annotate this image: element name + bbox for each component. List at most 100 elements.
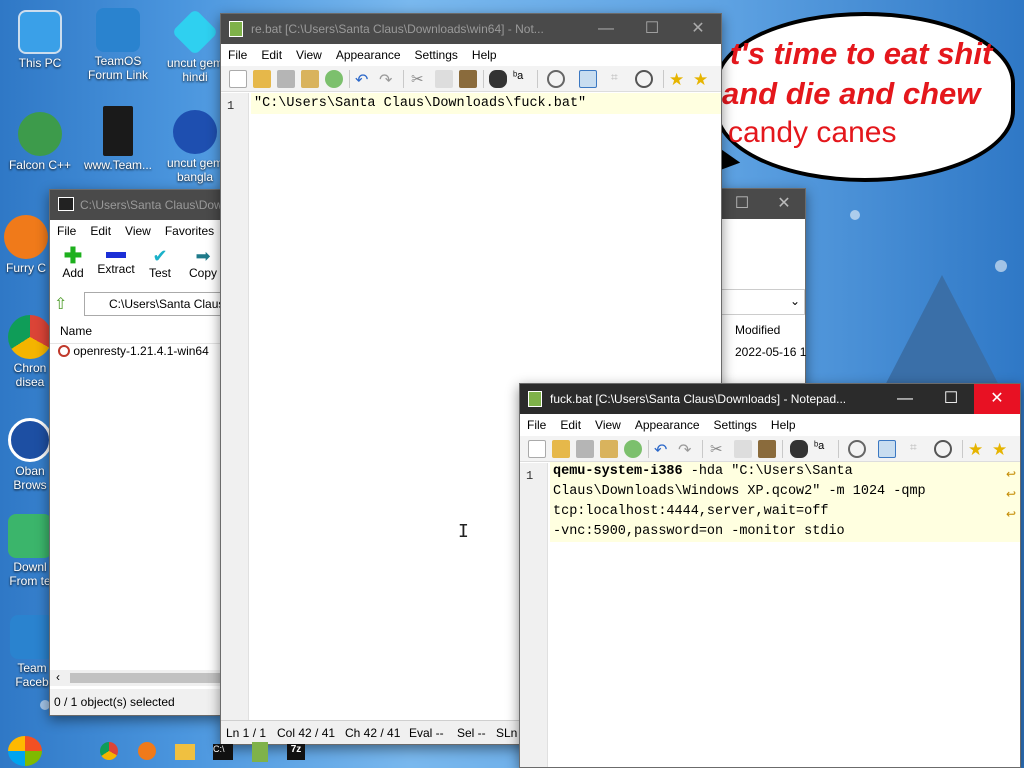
zoom-out-icon[interactable] [934,440,952,458]
background-window[interactable]: ☐ ✕ ⌄ Modified 2022-05-16 1 [718,188,806,388]
favorite-star-icon[interactable]: ★ [968,440,986,459]
save-icon[interactable] [576,440,594,458]
find-icon[interactable] [790,440,808,458]
maximize-button[interactable]: ☐ [719,189,765,219]
reload-icon[interactable] [325,70,343,88]
line-number: 1 [526,469,534,483]
desktop-icon-teamos-forum[interactable]: TeamOS Forum Link [78,8,158,82]
add-favorite-icon[interactable]: ★ [693,70,711,89]
menu-edit[interactable]: Edit [254,44,289,62]
desktop-icon-this-pc[interactable]: This PC [0,10,80,70]
maximize-button[interactable]: ☐ [629,14,675,44]
view-icon[interactable]: ⌗ [910,440,928,458]
code-block[interactable]: qemu-system-i386 -hda "C:\Users\Santa Cl… [550,462,1020,542]
chevron-down-icon: ⌄ [789,294,800,308]
plus-icon: ✚ [63,243,83,268]
copy-icon[interactable] [435,70,453,88]
menu-edit[interactable]: Edit [83,220,118,238]
chevron-left-icon[interactable]: ‹ [56,670,60,684]
zoom-icon[interactable] [848,440,866,458]
paste-icon[interactable] [459,70,477,88]
scrollbar-thumb[interactable] [70,673,223,683]
copy-icon[interactable] [734,440,752,458]
reload-icon[interactable] [624,440,642,458]
close-button[interactable]: ✕ [675,14,721,44]
close-button[interactable]: ✕ [974,384,1020,414]
7zip-window[interactable]: C:\Users\Santa Claus\Dow File Edit View Fav… [49,189,224,716]
replace-icon[interactable]: ᵇa [814,440,832,458]
menu-file[interactable]: File [221,44,254,62]
horizontal-scrollbar[interactable]: ‹ [50,670,223,686]
open-folder-icon[interactable] [552,440,570,458]
column-name[interactable]: Name [50,320,223,344]
add-button[interactable]: ✚ Add [58,243,88,281]
find-icon[interactable] [489,70,507,88]
paste-icon[interactable] [758,440,776,458]
menu-settings[interactable]: Settings [707,414,764,432]
cut-icon[interactable]: ✂ [411,70,429,88]
gear-icon [96,8,140,52]
menu-file[interactable]: File [50,220,83,238]
zoom-out-icon[interactable] [635,70,653,88]
notepad-back-titlebar[interactable]: re.bat [C:\Users\Santa Claus\Downloads\w… [221,14,721,44]
undo-icon[interactable]: ↶ [654,440,672,459]
start-icon[interactable] [8,736,42,766]
chrome-icon[interactable] [100,742,118,760]
code-line[interactable]: "C:\Users\Santa Claus\Downloads\fuck.bat… [251,93,721,114]
firefox-icon[interactable] [138,742,156,760]
extract-button[interactable]: Extract [96,246,136,276]
desktop-icon-label: TeamOS Forum Link [87,54,149,82]
close-button[interactable]: ✕ [761,189,807,219]
undo-icon[interactable]: ↶ [355,70,373,89]
notepad-front-titlebar[interactable]: fuck.bat [C:\Users\Santa Claus\Downloads… [520,384,1020,414]
notepad-window-front[interactable]: fuck.bat [C:\Users\Santa Claus\Downloads… [519,383,1021,768]
path-field[interactable]: C:\Users\Santa Claus [84,292,223,316]
menu-favorites[interactable]: Favorites [158,220,221,238]
menu-settings[interactable]: Settings [408,44,465,62]
new-file-icon[interactable] [229,70,247,88]
background-window-titlebar[interactable]: ☐ ✕ [719,189,805,219]
favorite-star-icon[interactable]: ★ [669,70,687,89]
word-wrap-icon[interactable] [579,70,597,88]
up-folder-icon[interactable]: ⇧ [54,294,67,314]
desktop-icon-team-link[interactable]: www.Team... [78,106,158,172]
menu-view[interactable]: View [289,44,329,62]
new-file-icon[interactable] [528,440,546,458]
list-item[interactable]: openresty-1.21.4.1-win64 [58,344,209,366]
add-favorite-icon[interactable]: ★ [992,440,1010,459]
menu-file[interactable]: File [520,414,553,432]
menu-view[interactable]: View [588,414,628,432]
menu-help[interactable]: Help [764,414,803,432]
menu-appearance[interactable]: Appearance [329,44,408,62]
cmd-icon[interactable]: C:\ [213,744,233,760]
minimize-button[interactable]: — [882,384,928,414]
menu-appearance[interactable]: Appearance [628,414,707,432]
save-as-icon[interactable] [600,440,618,458]
path-field[interactable]: ⌄ [719,289,805,315]
column-modified[interactable]: Modified [735,323,780,337]
view-icon[interactable]: ⌗ [611,70,629,88]
replace-icon[interactable]: ᵇa [513,70,531,88]
menu-view[interactable]: View [118,220,158,238]
minimize-button[interactable]: — [583,14,629,44]
zoom-icon[interactable] [547,70,565,88]
redo-icon[interactable]: ↷ [678,440,696,459]
menu-edit[interactable]: Edit [553,414,588,432]
save-as-icon[interactable] [301,70,319,88]
save-icon[interactable] [277,70,295,88]
book-icon [103,106,133,156]
redo-icon[interactable]: ↷ [379,70,397,89]
7zip-titlebar[interactable]: C:\Users\Santa Claus\Dow [50,190,223,220]
test-button[interactable]: ✔ Test [144,246,176,280]
explorer-icon[interactable] [175,744,195,760]
menu-help[interactable]: Help [465,44,504,62]
maximize-button[interactable]: ☐ [928,384,974,414]
open-folder-icon[interactable] [253,70,271,88]
file-name: openresty-1.21.4.1-win64 [73,344,209,358]
desktop-icon-falcon[interactable]: Falcon C++ [0,112,80,172]
notepad-icon[interactable] [252,742,268,762]
cut-icon[interactable]: ✂ [710,440,728,458]
word-wrap-icon[interactable] [878,440,896,458]
7zip-icon[interactable]: 7z [287,744,305,760]
copy-button[interactable]: ➡ Copy [186,246,220,280]
